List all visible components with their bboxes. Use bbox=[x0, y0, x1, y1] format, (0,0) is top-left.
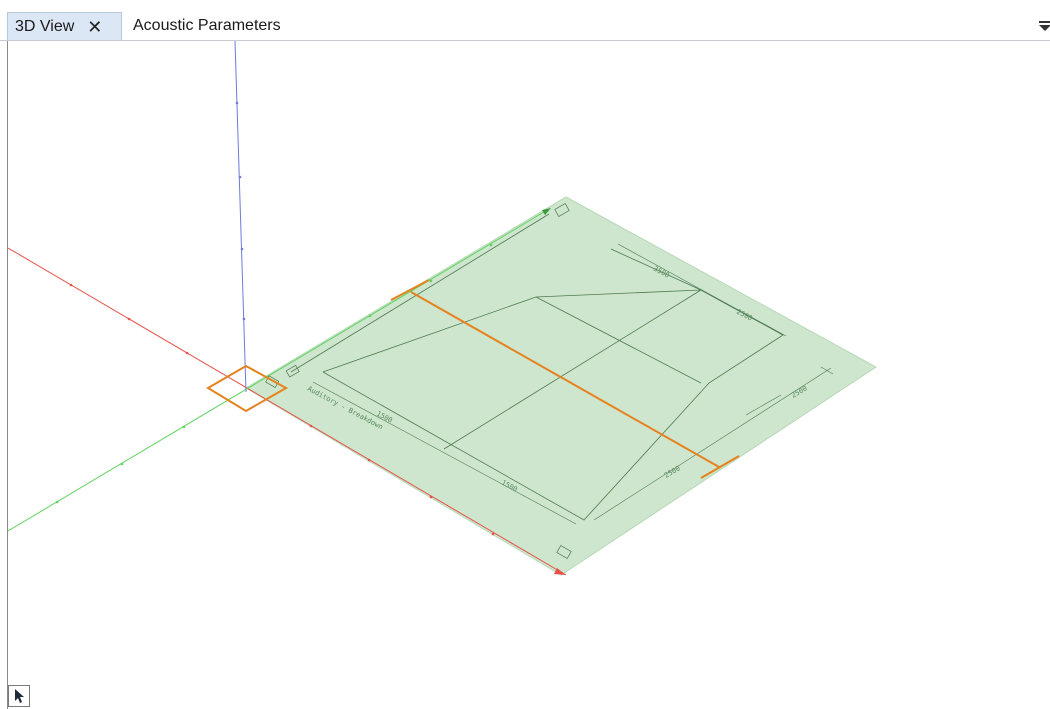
pointer-arrow-icon[interactable] bbox=[8, 685, 30, 707]
tab-acoustic-parameters-label: Acoustic Parameters bbox=[133, 17, 281, 34]
close-icon[interactable]: ✕ bbox=[87, 18, 102, 36]
3d-viewport[interactable]: 3500 2500 2500 1500 1500 2500 Auditory -… bbox=[7, 41, 1050, 709]
ground-plane[interactable] bbox=[245, 196, 877, 576]
tab-bar: 3D View ✕ Acoustic Parameters bbox=[0, 6, 1050, 41]
tab-3d-view[interactable]: 3D View ✕ bbox=[7, 12, 122, 40]
3d-scene[interactable]: 3500 2500 2500 1500 1500 2500 Auditory -… bbox=[8, 41, 1050, 709]
tab-3d-view-label: 3D View bbox=[15, 17, 75, 35]
tab-acoustic-parameters[interactable]: Acoustic Parameters bbox=[123, 12, 291, 40]
z-axis bbox=[234, 41, 247, 393]
chevron-down-icon[interactable] bbox=[1038, 20, 1050, 34]
application-window: 3D View ✕ Acoustic Parameters 3500 2500 … bbox=[0, 0, 1050, 709]
